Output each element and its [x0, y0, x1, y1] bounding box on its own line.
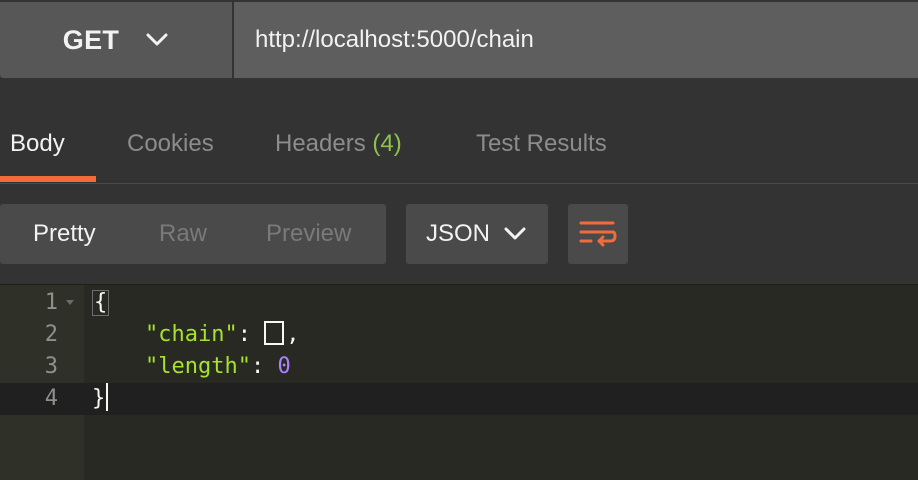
line-number: 4: [44, 386, 58, 411]
postman-response-view: GET Body Cookies Headers (4) Test Result…: [0, 0, 918, 480]
code-text: "chain": ,: [92, 319, 299, 351]
line-number: 1: [44, 290, 58, 315]
tab-test-results-label: Test Results: [476, 130, 607, 157]
view-mode-pretty[interactable]: Pretty: [33, 204, 96, 264]
request-bar: GET: [0, 0, 918, 80]
format-label: JSON: [426, 220, 491, 247]
tab-cookies[interactable]: Cookies: [127, 130, 214, 158]
code-line-current: 4 }: [0, 383, 918, 415]
empty-array-glyph: [264, 321, 285, 345]
tab-headers-label: Headers: [275, 130, 366, 157]
json-value-length: 0: [277, 354, 291, 379]
response-body-editor[interactable]: 1 { 2 "chain": , 3 "length": 0 4 }: [0, 284, 918, 480]
json-key-chain: "chain": [144, 322, 238, 347]
tab-body[interactable]: Body: [10, 130, 65, 158]
line-number: 3: [44, 354, 58, 379]
code-text: }: [92, 383, 109, 415]
fold-caret-icon[interactable]: [66, 300, 74, 305]
method-select[interactable]: GET: [0, 2, 232, 78]
code-text: {: [92, 287, 110, 319]
code-line: 3 "length": 0: [0, 351, 918, 383]
code-line: 2 "chain": ,: [0, 319, 918, 351]
headers-count-badge: (4): [372, 130, 402, 157]
comma: ,: [286, 322, 300, 347]
view-mode-preview[interactable]: Preview: [266, 204, 351, 264]
matched-brace: {: [92, 290, 110, 316]
view-mode-raw[interactable]: Raw: [159, 204, 207, 264]
view-mode-group: Pretty Raw Preview: [0, 204, 386, 264]
colon: :: [250, 354, 265, 379]
tab-cookies-label: Cookies: [127, 130, 214, 157]
closing-brace: }: [92, 386, 106, 411]
json-key-length: "length": [144, 354, 251, 379]
wrap-lines-button[interactable]: [568, 204, 628, 264]
active-tab-indicator: [0, 176, 96, 182]
method-label: GET: [62, 24, 120, 55]
tab-test-results[interactable]: Test Results: [476, 130, 607, 158]
text-cursor: [106, 383, 109, 411]
colon: :: [237, 322, 251, 347]
tab-headers[interactable]: Headers (4): [275, 130, 402, 158]
chevron-down-icon: [146, 33, 168, 46]
tab-body-label: Body: [10, 130, 65, 157]
wrap-lines-icon: [579, 221, 617, 247]
chevron-down-icon: [504, 227, 526, 240]
response-tabs: Body Cookies Headers (4) Test Results: [0, 112, 918, 184]
code-text: "length": 0: [92, 351, 291, 383]
code-line: 1 {: [0, 287, 918, 319]
url-input[interactable]: [234, 2, 918, 78]
line-number: 2: [44, 322, 58, 347]
